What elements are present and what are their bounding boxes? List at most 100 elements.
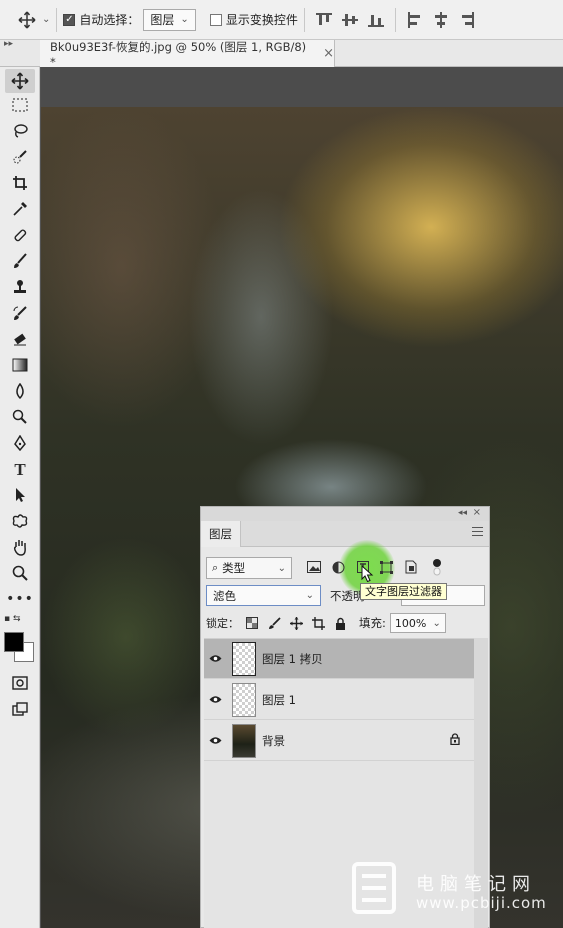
collapse-panels-icon[interactable]: ▸▸: [4, 40, 13, 49]
chevron-down-icon: ⌄: [277, 562, 286, 574]
healing-brush-icon[interactable]: [5, 223, 35, 247]
layer-thumbnail: [232, 682, 256, 717]
lock-position-icon[interactable]: [287, 614, 305, 632]
gradient-tool-icon[interactable]: [5, 353, 35, 377]
move-tool-icon[interactable]: [5, 69, 35, 93]
brush-tool-icon[interactable]: [5, 249, 35, 273]
move-tool-preset[interactable]: ⌄: [18, 0, 50, 40]
dodge-tool-icon[interactable]: [5, 405, 35, 429]
eraser-tool-icon[interactable]: [5, 327, 35, 351]
layer-row[interactable]: 图层 1 拷贝: [204, 639, 474, 679]
close-panel-icon[interactable]: ×: [473, 507, 481, 518]
quick-select-tool-icon[interactable]: [5, 145, 35, 169]
options-bar: ⌄ ✓ 自动选择： 图层 ⌄ 显示变换控件: [0, 0, 563, 40]
eye-icon[interactable]: [204, 736, 226, 745]
chevron-down-icon: ⌄: [42, 14, 51, 25]
watermark-title: 电脑笔记网: [416, 874, 536, 895]
toolbox: T ••• ▪ ⇆: [0, 67, 40, 928]
align-bottom-edges-icon[interactable]: [367, 12, 384, 28]
chevron-down-icon: ⌄: [180, 14, 189, 25]
auto-select-target-dropdown[interactable]: 图层 ⌄: [143, 8, 196, 31]
chevron-down-icon: ⌄: [305, 590, 314, 601]
fern-foliage: [41, 537, 211, 737]
mouse-cursor-icon: [361, 565, 374, 583]
blur-tool-icon[interactable]: [5, 379, 35, 403]
filter-kind-value: 类型: [222, 561, 246, 575]
layer-thumbnail: [232, 723, 256, 758]
align-right-edges-icon[interactable]: [459, 11, 475, 28]
close-icon[interactable]: ×: [323, 46, 334, 61]
fill-label: 填充:: [359, 616, 386, 630]
lock-artboard-icon[interactable]: [309, 614, 327, 632]
document-tab-bar: ▸▸ Bk0u93E3f-恢复的.jpg @ 50% (图层 1, RGB/8)…: [0, 40, 563, 69]
move-icon: [18, 11, 36, 28]
layer-name[interactable]: 图层 1 拷贝: [262, 651, 323, 667]
adjustment-filter-icon[interactable]: [329, 558, 347, 576]
screen-mode-icon[interactable]: [5, 697, 35, 721]
marquee-tool-icon[interactable]: [5, 93, 35, 117]
separator: [394, 7, 396, 32]
layer-name[interactable]: 图层 1: [262, 692, 296, 708]
eye-icon[interactable]: [204, 654, 226, 663]
shape-filter-icon[interactable]: [377, 558, 395, 576]
tab-layers[interactable]: 图层: [201, 521, 241, 547]
eye-icon[interactable]: [204, 695, 226, 704]
eyedropper-tool-icon[interactable]: [5, 197, 35, 221]
watermark-logo-icon: [352, 862, 396, 914]
foreground-color-swatch[interactable]: [4, 632, 24, 652]
panel-title-bar: ◂◂ ×: [201, 507, 489, 521]
fill-input[interactable]: 100% ⌄: [389, 613, 446, 633]
tooltip: 文字图层过滤器: [360, 583, 447, 600]
separator: [303, 7, 305, 32]
auto-select-label: 自动选择：: [79, 13, 140, 27]
align-vertical-centers-icon[interactable]: [341, 12, 358, 28]
swap-colors-icon[interactable]: ▪ ⇆: [4, 614, 21, 624]
collapse-panel-icon[interactable]: ◂◂: [458, 508, 467, 518]
type-tool-icon[interactable]: T: [5, 457, 35, 481]
align-top-edges-icon[interactable]: [315, 12, 332, 28]
more-tools-icon[interactable]: •••: [5, 587, 35, 611]
crop-tool-icon[interactable]: [5, 171, 35, 195]
path-select-icon[interactable]: [5, 483, 35, 507]
zoom-tool-icon[interactable]: [5, 561, 35, 585]
blend-mode-value: 滤色: [213, 588, 236, 603]
pen-tool-icon[interactable]: [5, 431, 35, 455]
custom-shape-icon[interactable]: [5, 509, 35, 533]
history-brush-icon[interactable]: [5, 301, 35, 325]
auto-select-checkbox[interactable]: ✓ 自动选择：: [63, 0, 139, 40]
show-transform-checkbox[interactable]: 显示变换控件: [209, 0, 298, 40]
layer-row[interactable]: 图层 1: [204, 680, 474, 720]
auto-select-target-value: 图层: [150, 13, 175, 27]
lock-transparent-pixels-icon[interactable]: [243, 614, 261, 632]
lock-row: 锁定： 填充: 100% ⌄: [201, 613, 491, 633]
document-tab[interactable]: Bk0u93E3f-恢复的.jpg @ 50% (图层 1, RGB/8) * …: [40, 40, 335, 69]
clone-stamp-icon[interactable]: [5, 275, 35, 299]
pixel-filter-icon[interactable]: [305, 558, 323, 576]
quick-mask-icon[interactable]: [5, 671, 35, 695]
lock-icon: [450, 733, 460, 748]
layer-name[interactable]: 背景: [262, 733, 285, 749]
filter-toggle-icon[interactable]: [428, 558, 446, 576]
lock-all-icon[interactable]: [331, 614, 349, 632]
layer-thumbnail: [232, 641, 256, 676]
align-horizontal-centers-icon[interactable]: [433, 11, 449, 28]
watermark: 电脑笔记网 www.pcbiji.com: [346, 858, 563, 922]
search-icon: ⌕: [212, 561, 219, 574]
smart-object-filter-icon[interactable]: [402, 558, 420, 576]
filter-kind-dropdown[interactable]: ⌕ 类型 ⌄: [206, 557, 292, 579]
align-left-edges-icon[interactable]: [407, 11, 423, 28]
panel-tab-bar: 图层: [201, 521, 489, 547]
fill-value: 100%: [394, 616, 427, 630]
panel-menu-icon[interactable]: [472, 527, 483, 539]
show-transform-label: 显示变换控件: [225, 13, 298, 27]
layer-row[interactable]: 背景: [204, 721, 474, 761]
watermark-url: www.pcbiji.com: [416, 894, 547, 912]
blend-mode-dropdown[interactable]: 滤色 ⌄: [206, 585, 321, 606]
checkmark-icon: ✓: [63, 13, 76, 26]
chevron-down-icon: ⌄: [432, 617, 441, 629]
lock-label: 锁定：: [206, 617, 239, 630]
lock-image-pixels-icon[interactable]: [265, 614, 283, 632]
hand-tool-icon[interactable]: [5, 535, 35, 559]
lasso-tool-icon[interactable]: [5, 119, 35, 143]
checkbox-box: [209, 13, 222, 26]
